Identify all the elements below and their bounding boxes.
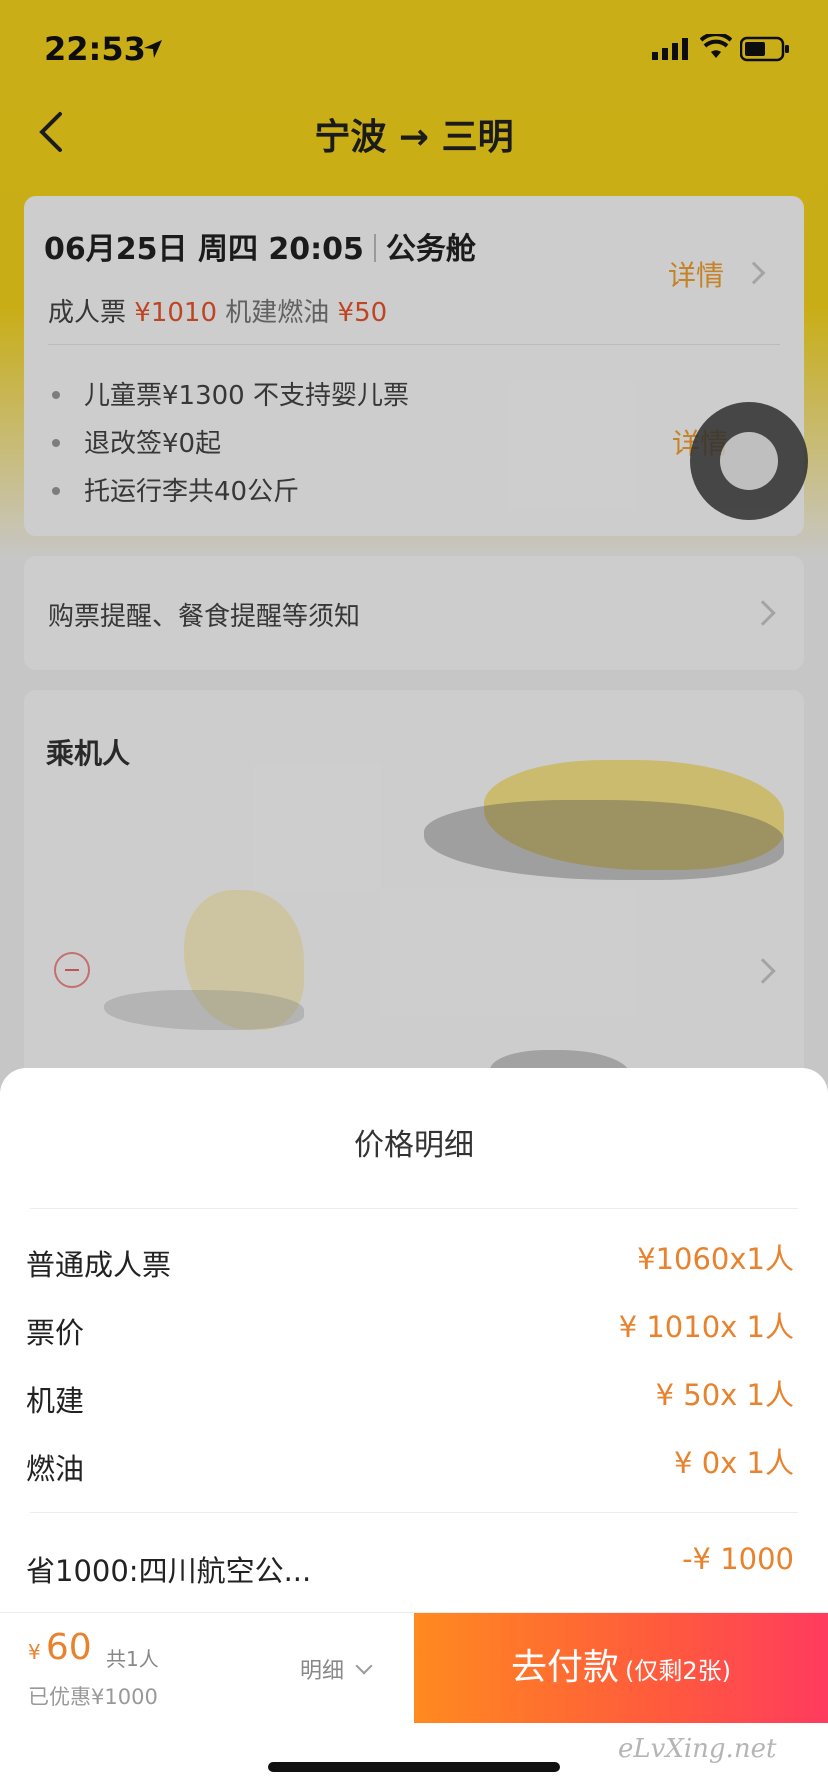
chevron-down-icon <box>355 1657 373 1675</box>
sheet-title: 价格明细 <box>354 1128 474 1163</box>
pay-button[interactable]: 去付款 (仅剩2张) <box>414 1613 828 1723</box>
passenger-count: 共1人 <box>106 1647 159 1671</box>
discount-row: 省1000:四川航空公... -¥ 1000 <box>26 1542 794 1588</box>
watermark: eLvXing.net <box>618 1734 777 1764</box>
booking-screen: 22:53 宁波 → 三明 06月25日 周四 20:05 公务舱 详情 成人票… <box>0 0 828 1792</box>
total-amount: ¥ 60 <box>28 1627 92 1668</box>
detail-toggle-label: 明细 <box>300 1659 345 1684</box>
price-row-label: 票价 <box>26 1316 85 1350</box>
price-row: 机建 ¥ 50x 1人 <box>26 1372 794 1418</box>
home-indicator[interactable] <box>268 1762 560 1772</box>
divider <box>30 1208 798 1209</box>
price-row: 燃油 ¥ 0x 1人 <box>26 1440 794 1486</box>
price-row-label: 机建 <box>26 1384 85 1418</box>
remaining-tickets: (仅剩2张) <box>625 1657 731 1685</box>
checkout-bar: ¥ 60 共1人 已优惠¥1000 明细 去付款 (仅剩2张) <box>0 1612 828 1723</box>
price-row-value: ¥1060x1人 <box>637 1242 794 1276</box>
discount-summary: 已优惠¥1000 <box>28 1685 158 1709</box>
price-row-value: ¥ 0x 1人 <box>674 1446 794 1480</box>
price-row: 票价 ¥ 1010x 1人 <box>26 1304 794 1350</box>
total-price: 60 <box>45 1627 92 1668</box>
divider <box>30 1512 798 1513</box>
price-row-value: ¥ 50x 1人 <box>655 1378 794 1412</box>
price-row-label: 燃油 <box>26 1452 85 1486</box>
discount-value: -¥ 1000 <box>682 1542 794 1576</box>
currency-symbol: ¥ <box>28 1640 41 1664</box>
price-row: 普通成人票 ¥1060x1人 <box>26 1236 794 1282</box>
price-row-label: 普通成人票 <box>26 1248 172 1282</box>
price-row-value: ¥ 1010x 1人 <box>618 1310 794 1344</box>
pay-label: 去付款 <box>510 1647 619 1688</box>
price-detail-toggle[interactable]: 明细 <box>300 1653 373 1685</box>
discount-label: 省1000:四川航空公... <box>26 1554 312 1588</box>
